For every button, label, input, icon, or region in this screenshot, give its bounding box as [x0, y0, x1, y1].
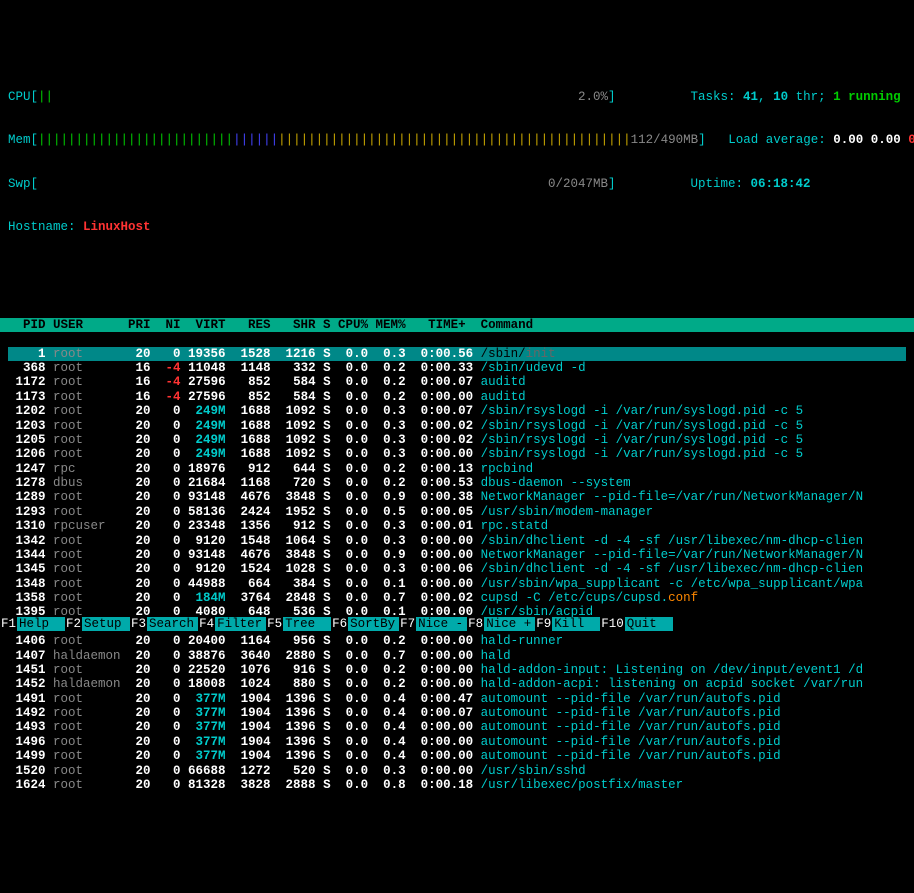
fkey-sortby[interactable]: F6SortBy [331, 617, 399, 631]
load-average: Load average: 0.00 0.00 0.00 [706, 133, 914, 147]
fkey-nice[interactable]: F8Nice + [467, 617, 535, 631]
header: CPU[||2.0%] Tasks: 41, 10 thr; 1 running… [0, 58, 914, 251]
process-row[interactable]: 1496 root 20 0 377M 1904 1396 S 0.0 0.4 … [8, 735, 906, 749]
fkey-search[interactable]: F3Search [130, 617, 198, 631]
process-row[interactable]: 1247 rpc 20 0 18976 912 644 S 0.0 0.2 0:… [8, 462, 906, 476]
process-list[interactable]: 1 root 20 0 19356 1528 1216 S 0.0 0.3 0:… [0, 347, 914, 793]
tasks-summary: Tasks: 41, 10 thr; 1 running [668, 90, 906, 104]
cpu-meter: CPU[||2.0%] [8, 90, 668, 104]
process-row[interactable]: 1203 root 20 0 249M 1688 1092 S 0.0 0.3 … [8, 419, 906, 433]
process-row[interactable]: 1206 root 20 0 249M 1688 1092 S 0.0 0.3 … [8, 447, 906, 461]
uptime: Uptime: 06:18:42 [668, 177, 906, 191]
process-row[interactable]: 1345 root 20 0 9120 1524 1028 S 0.0 0.3 … [8, 562, 906, 576]
process-row[interactable]: 1202 root 20 0 249M 1688 1092 S 0.0 0.3 … [8, 404, 906, 418]
fkey-help[interactable]: F1Help [0, 617, 65, 631]
process-row[interactable]: 1 root 20 0 19356 1528 1216 S 0.0 0.3 0:… [8, 347, 906, 361]
process-row[interactable]: 1406 root 20 0 20400 1164 956 S 0.0 0.2 … [8, 634, 906, 648]
process-row[interactable]: 1293 root 20 0 58136 2424 1952 S 0.0 0.5… [8, 505, 906, 519]
fkey-filter[interactable]: F4Filter [198, 617, 266, 631]
process-row[interactable]: 1491 root 20 0 377M 1904 1396 S 0.0 0.4 … [8, 692, 906, 706]
fkey-kill[interactable]: F9Kill [535, 617, 600, 631]
process-row[interactable]: 1493 root 20 0 377M 1904 1396 S 0.0 0.4 … [8, 720, 906, 734]
process-row[interactable]: 1289 root 20 0 93148 4676 3848 S 0.0 0.9… [8, 490, 906, 504]
process-row[interactable]: 1451 root 20 0 22520 1076 916 S 0.0 0.2 … [8, 663, 906, 677]
process-row[interactable]: 1310 rpcuser 20 0 23348 1356 912 S 0.0 0… [8, 519, 906, 533]
process-row[interactable]: 1278 dbus 20 0 21684 1168 720 S 0.0 0.2 … [8, 476, 906, 490]
function-keys: F1HelpF2SetupF3SearchF4FilterF5TreeF6Sor… [0, 617, 914, 631]
mem-meter: Mem[||||||||||||||||||||||||||||||||||||… [8, 133, 706, 147]
process-row[interactable]: 1407 haldaemon 20 0 38876 3640 2880 S 0.… [8, 649, 906, 663]
fkey-setup[interactable]: F2Setup [65, 617, 130, 631]
process-row[interactable]: 1172 root 16 -4 27596 852 584 S 0.0 0.2 … [8, 375, 906, 389]
swap-meter: Swp[0/2047MB] [8, 177, 668, 191]
process-row[interactable]: 1624 root 20 0 81328 3828 2888 S 0.0 0.8… [8, 778, 906, 792]
column-headers[interactable]: PID USER PRI NI VIRT RES SHR S CPU% MEM%… [0, 318, 914, 332]
process-row[interactable]: 1205 root 20 0 249M 1688 1092 S 0.0 0.3 … [8, 433, 906, 447]
hostname: Hostname: LinuxHost [8, 220, 906, 234]
process-row[interactable]: 1520 root 20 0 66688 1272 520 S 0.0 0.3 … [8, 764, 906, 778]
process-row[interactable]: 1358 root 20 0 184M 3764 2848 S 0.0 0.7 … [8, 591, 906, 605]
process-row[interactable]: 1499 root 20 0 377M 1904 1396 S 0.0 0.4 … [8, 749, 906, 763]
fkey-tree[interactable]: F5Tree [266, 617, 331, 631]
process-row[interactable]: 1344 root 20 0 93148 4676 3848 S 0.0 0.9… [8, 548, 906, 562]
process-row[interactable]: 1342 root 20 0 9120 1548 1064 S 0.0 0.3 … [8, 534, 906, 548]
fkey-quit[interactable]: F10Quit [600, 617, 673, 631]
process-row[interactable]: 1348 root 20 0 44988 664 384 S 0.0 0.1 0… [8, 577, 906, 591]
process-row[interactable]: 1173 root 16 -4 27596 852 584 S 0.0 0.2 … [8, 390, 906, 404]
process-row[interactable]: 1492 root 20 0 377M 1904 1396 S 0.0 0.4 … [8, 706, 906, 720]
fkey-nice[interactable]: F7Nice - [399, 617, 467, 631]
process-row[interactable]: 368 root 16 -4 11048 1148 332 S 0.0 0.2 … [8, 361, 906, 375]
process-row[interactable]: 1452 haldaemon 20 0 18008 1024 880 S 0.0… [8, 677, 906, 691]
